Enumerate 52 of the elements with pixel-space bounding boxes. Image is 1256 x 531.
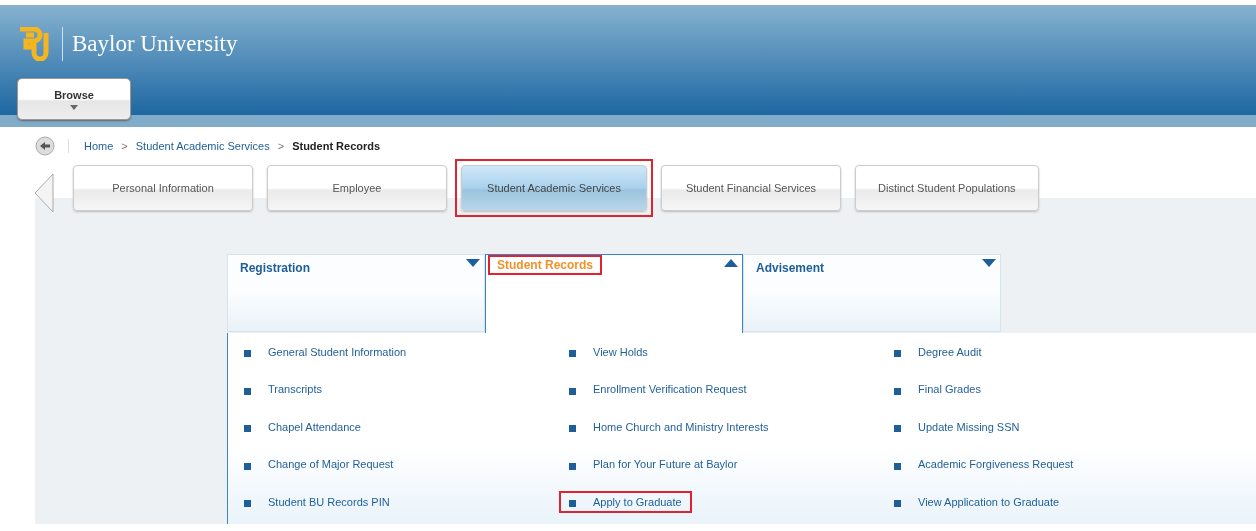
bullet-icon	[894, 387, 901, 395]
bullet-icon	[569, 425, 576, 433]
breadcrumb-link[interactable]: Student Academic Services	[135, 140, 270, 152]
section-tab[interactable]: Advisement	[743, 254, 1001, 332]
menu-link[interactable]: Final Grades	[918, 383, 981, 396]
bullet-icon	[244, 500, 251, 508]
bullet-icon	[244, 462, 251, 470]
bullet-icon	[894, 500, 901, 508]
tab[interactable]: Student Financial Services	[661, 164, 841, 211]
section-label: Registration	[240, 260, 310, 277]
bullet-icon	[569, 350, 576, 358]
bullet-icon	[244, 387, 251, 395]
bullet-icon	[894, 350, 901, 358]
menu-link[interactable]: View Application to Graduate	[918, 495, 1060, 508]
breadcrumb-separator: >	[121, 140, 128, 152]
bullet-icon	[894, 462, 901, 470]
breadcrumb-separator: >	[277, 140, 285, 152]
section-label: Student Records	[488, 255, 602, 275]
menu-link[interactable]: Apply to Graduate	[593, 495, 682, 508]
browse-button[interactable]: Browse	[17, 78, 131, 120]
menu-link[interactable]: View Holds	[593, 345, 648, 358]
collapse-arrow-icon	[724, 259, 738, 267]
caret-icon	[70, 104, 78, 110]
bullet-icon	[244, 350, 251, 358]
expand-arrow-icon	[982, 259, 996, 267]
menu-link[interactable]: Academic Forgiveness Request	[918, 458, 1074, 471]
tab[interactable]: Personal Information	[73, 164, 253, 211]
expand-arrow-icon	[466, 259, 480, 267]
menu-link[interactable]: Chapel Attendance	[268, 420, 361, 433]
menu-link[interactable]: Update Missing SSN	[918, 420, 1020, 433]
tab[interactable]: Distinct Student Populations	[855, 164, 1039, 211]
menu-link[interactable]: Home Church and Ministry Interests	[593, 420, 769, 433]
section-tab[interactable]: Registration	[227, 254, 485, 332]
bullet-icon	[569, 462, 576, 470]
logo-icon	[18, 27, 52, 61]
menu-link[interactable]: Degree Audit	[918, 345, 982, 358]
current-page-label: Student Records	[292, 140, 381, 152]
menu-link[interactable]: Enrollment Verification Request	[593, 383, 747, 396]
bullet-icon	[244, 425, 251, 433]
menu-link[interactable]: Plan for Your Future at Baylor	[593, 458, 738, 471]
breadcrumb-link[interactable]: Home	[84, 140, 114, 152]
menu-link[interactable]: General Student Information	[268, 345, 407, 358]
menu-link[interactable]: Change of Major Request	[268, 458, 394, 471]
tab[interactable]: Student Academic Services	[461, 164, 647, 211]
bullet-icon	[569, 387, 576, 395]
bullet-icon	[894, 425, 901, 433]
section-label: Advisement	[756, 260, 825, 277]
tab[interactable]: Employee	[267, 164, 447, 211]
menu-link[interactable]: Transcripts	[268, 383, 322, 396]
logo-text: Baylor University	[72, 31, 238, 57]
menu-link[interactable]: Student BU Records PIN	[268, 495, 390, 508]
bullet-icon	[569, 500, 576, 508]
